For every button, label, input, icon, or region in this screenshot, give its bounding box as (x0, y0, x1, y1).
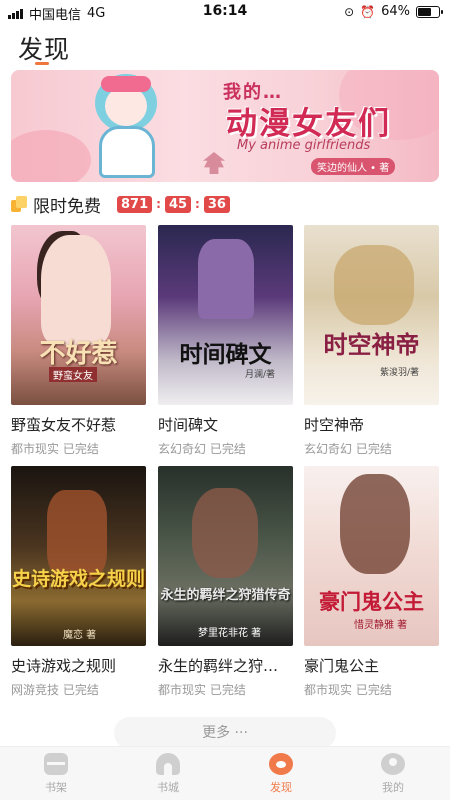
cover-author: 梦里花非花 著 (198, 628, 262, 639)
book-cover[interactable]: 史诗游戏之规则 魔恋 著 (11, 466, 146, 646)
book-status: 已完结 (62, 442, 99, 456)
bookshelf-icon (44, 753, 68, 775)
page-title: 发现 (18, 35, 71, 64)
cover-title: 永生的羁绊之狩猎传奇 (160, 588, 291, 603)
countdown-separator: : (156, 197, 161, 211)
tab-profile[interactable]: 我的 (358, 753, 428, 795)
banner-decoration (11, 130, 91, 182)
book-cover[interactable]: 永生的羁绊之狩猎传奇 梦里花非花 著 (158, 466, 293, 646)
book-title[interactable]: 永生的羁绊之狩… (158, 655, 293, 676)
battery-label: 64% (381, 4, 410, 19)
book-status: 已完结 (355, 442, 392, 456)
rotation-lock-icon: ⊙ (344, 4, 355, 19)
countdown-hours: 871 (117, 195, 153, 213)
profile-icon (381, 753, 405, 775)
book-genre: 玄幻奇幻 (158, 442, 207, 456)
book-title[interactable]: 史诗游戏之规则 (11, 655, 146, 676)
tab-bookstore[interactable]: 书城 (133, 753, 203, 795)
banner-subtitle: My anime girlfriends (237, 138, 371, 153)
book-cover[interactable]: 时间碑文 月澜/著 (158, 225, 293, 405)
banner-illustration (81, 74, 171, 178)
book-genre: 网游竞技 (11, 683, 60, 697)
book-title[interactable]: 野蛮女友不好惹 (11, 414, 146, 435)
title-underline (35, 62, 49, 65)
cover-title: 不好惹 (39, 339, 118, 369)
more-button[interactable]: 更多 ··· (114, 717, 336, 749)
tab-bookshelf[interactable]: 书架 (21, 753, 91, 795)
tab-discover[interactable]: 发现 (246, 753, 316, 795)
book-meta: 都市现实 已完结 (11, 440, 146, 457)
countdown-minutes: 45 (164, 195, 192, 213)
book-card[interactable]: 豪门鬼公主 惜灵静雅 著 豪门鬼公主 都市现实 已完结 (304, 466, 439, 698)
tab-bar: 书架 书城 发现 我的 (0, 746, 450, 800)
book-status: 已完结 (355, 683, 392, 697)
tab-label: 书城 (157, 781, 179, 794)
banner-author: 笑边的仙人 • 著 (311, 158, 396, 175)
book-meta: 玄幻奇幻 已完结 (304, 440, 439, 457)
free-section-header: 限时免费 871 : 45 : 36 (11, 192, 230, 217)
book-genre: 都市现实 (11, 442, 60, 456)
book-genre: 玄幻奇幻 (304, 442, 353, 456)
book-genre: 都市现实 (304, 683, 353, 697)
status-bar: 中国电信 4G 16:14 ⊙ ⏰ 64% (0, 0, 450, 24)
battery-fill (418, 7, 431, 16)
countdown-seconds: 36 (203, 195, 230, 213)
cover-subtitle: 野蛮女友 (49, 367, 97, 382)
tab-label: 我的 (382, 781, 404, 794)
free-books-icon (11, 196, 27, 212)
book-cover[interactable]: 时空神帝 紫浚羽/著 (304, 225, 439, 405)
book-cover[interactable]: 不好惹 野蛮女友 (11, 225, 146, 405)
status-right: ⊙ ⏰ 64% (344, 4, 443, 19)
tab-label: 书架 (45, 781, 67, 794)
book-status: 已完结 (62, 683, 99, 697)
cover-author: 紫浚羽/著 (379, 368, 419, 378)
book-meta: 网游竞技 已完结 (11, 681, 146, 698)
book-title[interactable]: 时间碑文 (158, 414, 293, 435)
book-meta: 玄幻奇幻 已完结 (158, 440, 293, 457)
book-status: 已完结 (209, 683, 246, 697)
cover-title: 豪门鬼公主 (319, 590, 424, 614)
cover-title: 史诗游戏之规则 (11, 568, 145, 590)
book-card[interactable]: 时空神帝 紫浚羽/著 时空神帝 玄幻奇幻 已完结 (304, 225, 439, 457)
alarm-icon: ⏰ (360, 4, 376, 19)
countdown-timer: 871 : 45 : 36 (117, 195, 230, 213)
section-title: 限时免费 (33, 196, 101, 217)
discover-icon (269, 753, 293, 775)
tab-label: 发现 (270, 781, 292, 794)
book-card[interactable]: 时间碑文 月澜/著 时间碑文 玄幻奇幻 已完结 (158, 225, 293, 457)
countdown-separator: : (195, 197, 200, 211)
cover-author: 惜灵静雅 著 (354, 620, 408, 631)
book-title[interactable]: 时空神帝 (304, 414, 439, 435)
book-title[interactable]: 豪门鬼公主 (304, 655, 439, 676)
battery-icon (416, 5, 443, 18)
book-card[interactable]: 不好惹 野蛮女友 野蛮女友不好惹 都市现实 已完结 (11, 225, 146, 457)
bookstore-icon (156, 753, 180, 775)
promo-banner[interactable]: 我的… 动漫女友们 My anime girlfriends 笑边的仙人 • 著 (11, 70, 439, 182)
cover-author: 魔恋 著 (63, 630, 97, 641)
cover-title: 时间碑文 (179, 342, 272, 368)
book-card[interactable]: 永生的羁绊之狩猎传奇 梦里花非花 著 永生的羁绊之狩… 都市现实 已完结 (158, 466, 293, 698)
book-meta: 都市现实 已完结 (304, 681, 439, 698)
book-status: 已完结 (209, 442, 246, 456)
book-cover[interactable]: 豪门鬼公主 惜灵静雅 著 (304, 466, 439, 646)
pagoda-icon (203, 152, 225, 174)
book-card[interactable]: 史诗游戏之规则 魔恋 著 史诗游戏之规则 网游竞技 已完结 (11, 466, 146, 698)
banner-heading: 动漫女友们 (226, 106, 391, 142)
book-genre: 都市现实 (158, 683, 207, 697)
cover-author: 月澜/著 (244, 370, 275, 380)
cover-title: 时空神帝 (323, 331, 420, 359)
book-meta: 都市现实 已完结 (158, 681, 293, 698)
